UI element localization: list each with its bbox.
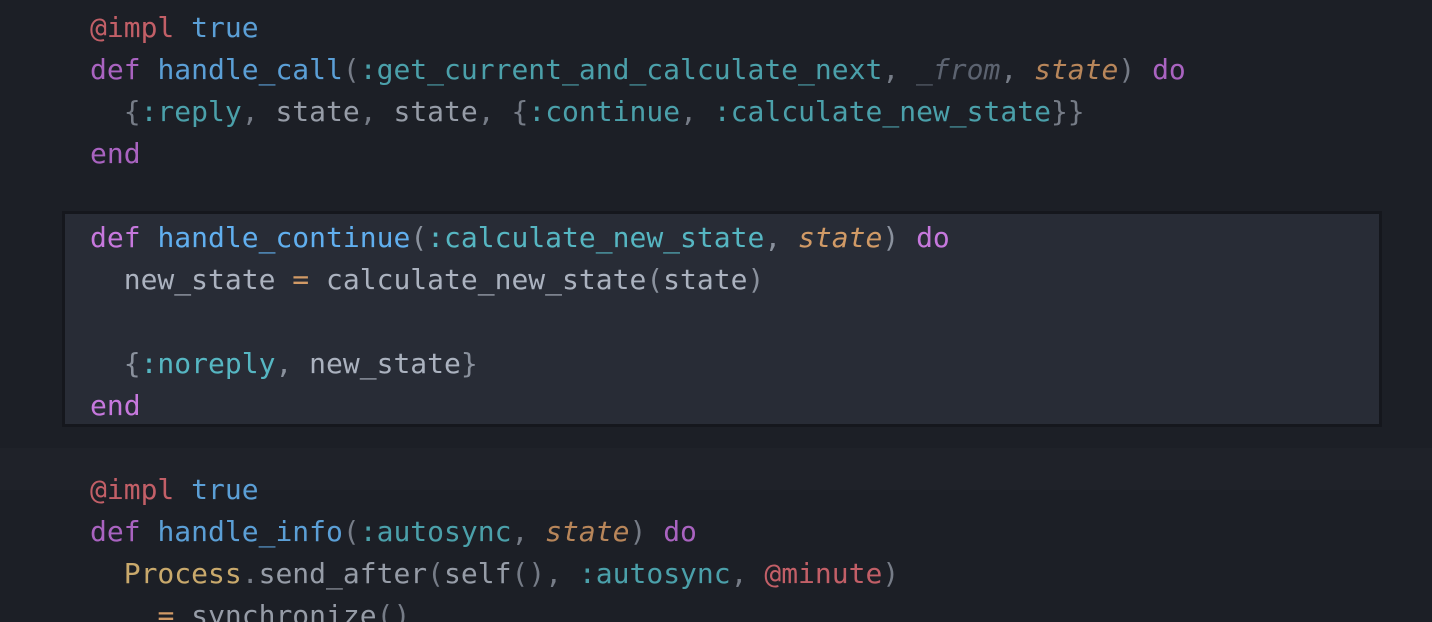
code-line-10[interactable]: end [90, 385, 141, 427]
code-line-9[interactable]: {:noreply, new_state} [90, 343, 478, 385]
code-line-7[interactable]: new_state = calculate_new_state(state) [90, 259, 765, 301]
code-line-3[interactable]: {:reply, state, state, {:continue, :calc… [90, 91, 1085, 133]
code-line-2[interactable]: def handle_call(:get_current_and_calcula… [90, 49, 1186, 91]
code-line-12[interactable]: @impl true [90, 469, 259, 511]
code-line-15[interactable]: = synchronize() [90, 595, 410, 622]
code-line-13[interactable]: def handle_info(:autosync, state) do [90, 511, 697, 553]
code-line-1[interactable]: @impl true [90, 7, 259, 49]
code-line-14[interactable]: Process.send_after(self(), :autosync, @m… [90, 553, 900, 595]
code-line-6[interactable]: def handle_continue(:calculate_new_state… [90, 217, 950, 259]
code-editor[interactable]: @impl true def handle_call(:get_current_… [0, 0, 1432, 622]
code-line-4[interactable]: end [90, 133, 141, 175]
